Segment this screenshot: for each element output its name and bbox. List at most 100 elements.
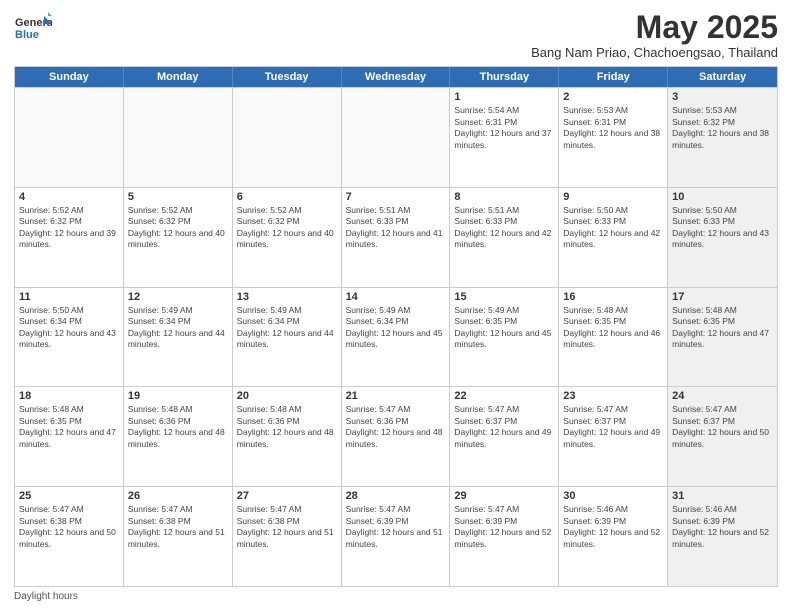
logo-bird-icon: General Blue [14, 10, 52, 48]
day-number-21: 21 [346, 390, 446, 402]
header-wednesday: Wednesday [342, 67, 451, 87]
day-info-8: Sunrise: 5:51 AMSunset: 6:33 PMDaylight:… [454, 205, 554, 251]
day-number-5: 5 [128, 191, 228, 203]
day-cell-17: 17 Sunrise: 5:48 AMSunset: 6:35 PMDayligh… [668, 288, 777, 387]
header-sunday: Sunday [15, 67, 124, 87]
calendar: SundayMondayTuesdayWednesdayThursdayFrid… [14, 66, 778, 587]
day-number-9: 9 [563, 191, 663, 203]
empty-cell-0-3 [342, 88, 451, 187]
daylight-label: Daylight hours [14, 591, 78, 602]
day-number-25: 25 [19, 490, 119, 502]
day-cell-27: 27Sunrise: 5:47 AMSunset: 6:38 PMDayligh… [233, 487, 342, 586]
day-info-21: Sunrise: 5:47 AMSunset: 6:36 PMDaylight:… [346, 404, 446, 450]
day-number-1: 1 [454, 91, 554, 103]
day-number-26: 26 [128, 490, 228, 502]
week-row-4: 18 Sunrise: 5:48 AMSunset: 6:35 PMDayligh… [15, 386, 777, 486]
header-right: May 2025 Bang Nam Priao, Chachoengsao, T… [531, 10, 778, 60]
day-cell-1: 1 Sunrise: 5:54 AMSunset: 6:31 PMDaylight… [450, 88, 559, 187]
day-info-1: Sunrise: 5:54 AMSunset: 6:31 PMDaylight:… [454, 105, 554, 151]
day-cell-21: 21 Sunrise: 5:47 AMSunset: 6:36 PMDayligh… [342, 387, 451, 486]
day-info-2: Sunrise: 5:53 AMSunset: 6:31 PMDaylight:… [563, 105, 663, 151]
week-row-2: 4 Sunrise: 5:52 AMSunset: 6:32 PMDaylight… [15, 187, 777, 287]
week-row-5: 25 Sunrise: 5:47 AMSunset: 6:38 PMDayligh… [15, 486, 777, 586]
empty-cell-0-1 [124, 88, 233, 187]
day-cell-6: 6Sunrise: 5:52 AMSunset: 6:32 PMDaylight… [233, 188, 342, 287]
day-number-29: 29 [454, 490, 554, 502]
day-number-10: 10 [672, 191, 773, 203]
day-number-27: 27 [237, 490, 337, 502]
day-number-14: 14 [346, 291, 446, 303]
header-monday: Monday [124, 67, 233, 87]
day-info-10: Sunrise: 5:50 AMSunset: 6:33 PMDaylight:… [672, 205, 773, 251]
day-info-12: Sunrise: 5:49 AMSunset: 6:34 PMDaylight:… [128, 305, 228, 351]
day-number-17: 17 [672, 291, 773, 303]
day-info-17: Sunrise: 5:48 AMSunset: 6:35 PMDaylight:… [672, 305, 773, 351]
day-info-16: Sunrise: 5:48 AMSunset: 6:35 PMDaylight:… [563, 305, 663, 351]
header-friday: Friday [559, 67, 668, 87]
day-cell-7: 7 Sunrise: 5:51 AMSunset: 6:33 PMDaylight… [342, 188, 451, 287]
day-info-22: Sunrise: 5:47 AMSunset: 6:37 PMDaylight:… [454, 404, 554, 450]
calendar-header: SundayMondayTuesdayWednesdayThursdayFrid… [15, 67, 777, 87]
day-info-30: Sunrise: 5:46 AMSunset: 6:39 PMDaylight:… [563, 504, 663, 550]
day-number-8: 8 [454, 191, 554, 203]
day-cell-3: 3Sunrise: 5:53 AMSunset: 6:32 PMDaylight… [668, 88, 777, 187]
day-number-18: 18 [19, 390, 119, 402]
day-info-13: Sunrise: 5:49 AMSunset: 6:34 PMDaylight:… [237, 305, 337, 351]
day-info-14: Sunrise: 5:49 AMSunset: 6:34 PMDaylight:… [346, 305, 446, 351]
day-cell-25: 25Sunrise: 5:47 AMSunset: 6:38 PMDayligh… [15, 487, 124, 586]
day-cell-29: 29 Sunrise: 5:47 AMSunset: 6:39 PMDayligh… [450, 487, 559, 586]
day-cell-13: 13Sunrise: 5:49 AMSunset: 6:34 PMDayligh… [233, 288, 342, 387]
day-info-19: Sunrise: 5:48 AMSunset: 6:36 PMDaylight:… [128, 404, 228, 450]
day-number-19: 19 [128, 390, 228, 402]
day-cell-4: 4 Sunrise: 5:52 AMSunset: 6:32 PMDaylight… [15, 188, 124, 287]
day-cell-31: 31 Sunrise: 5:46 AMSunset: 6:39 PMDayligh… [668, 487, 777, 586]
day-cell-24: 24 Sunrise: 5:47 AMSunset: 6:37 PMDayligh… [668, 387, 777, 486]
day-cell-11: 11Sunrise: 5:50 AMSunset: 6:34 PMDayligh… [15, 288, 124, 387]
day-number-22: 22 [454, 390, 554, 402]
day-info-7: Sunrise: 5:51 AMSunset: 6:33 PMDaylight:… [346, 205, 446, 251]
empty-cell-0-2 [233, 88, 342, 187]
day-cell-5: 5 Sunrise: 5:52 AMSunset: 6:32 PMDaylight… [124, 188, 233, 287]
day-info-29: Sunrise: 5:47 AMSunset: 6:39 PMDaylight:… [454, 504, 554, 550]
day-info-23: Sunrise: 5:47 AMSunset: 6:37 PMDaylight:… [563, 404, 663, 450]
day-number-16: 16 [563, 291, 663, 303]
day-cell-2: 2Sunrise: 5:53 AMSunset: 6:31 PMDaylight… [559, 88, 668, 187]
day-info-3: Sunrise: 5:53 AMSunset: 6:32 PMDaylight:… [672, 105, 773, 151]
day-info-24: Sunrise: 5:47 AMSunset: 6:37 PMDaylight:… [672, 404, 773, 450]
day-cell-12: 12 Sunrise: 5:49 AMSunset: 6:34 PMDayligh… [124, 288, 233, 387]
location: Bang Nam Priao, Chachoengsao, Thailand [531, 45, 778, 60]
day-info-26: Sunrise: 5:47 AMSunset: 6:38 PMDaylight:… [128, 504, 228, 550]
day-cell-8: 8 Sunrise: 5:51 AMSunset: 6:33 PMDaylight… [450, 188, 559, 287]
calendar-body: 1 Sunrise: 5:54 AMSunset: 6:31 PMDaylight… [15, 87, 777, 586]
day-cell-18: 18 Sunrise: 5:48 AMSunset: 6:35 PMDayligh… [15, 387, 124, 486]
week-row-3: 11Sunrise: 5:50 AMSunset: 6:34 PMDayligh… [15, 287, 777, 387]
day-number-30: 30 [563, 490, 663, 502]
day-info-28: Sunrise: 5:47 AMSunset: 6:39 PMDaylight:… [346, 504, 446, 550]
day-info-5: Sunrise: 5:52 AMSunset: 6:32 PMDaylight:… [128, 205, 228, 251]
header-thursday: Thursday [450, 67, 559, 87]
day-cell-23: 23Sunrise: 5:47 AMSunset: 6:37 PMDayligh… [559, 387, 668, 486]
day-cell-20: 20Sunrise: 5:48 AMSunset: 6:36 PMDayligh… [233, 387, 342, 486]
week-row-1: 1 Sunrise: 5:54 AMSunset: 6:31 PMDaylight… [15, 87, 777, 187]
header: General Blue May 2025 Bang Nam Priao, Ch… [14, 10, 778, 60]
day-number-11: 11 [19, 291, 119, 303]
month-title: May 2025 [531, 10, 778, 45]
svg-text:Blue: Blue [15, 29, 39, 41]
day-number-24: 24 [672, 390, 773, 402]
day-info-15: Sunrise: 5:49 AMSunset: 6:35 PMDaylight:… [454, 305, 554, 351]
day-info-18: Sunrise: 5:48 AMSunset: 6:35 PMDaylight:… [19, 404, 119, 450]
day-info-20: Sunrise: 5:48 AMSunset: 6:36 PMDaylight:… [237, 404, 337, 450]
header-tuesday: Tuesday [233, 67, 342, 87]
day-cell-19: 19 Sunrise: 5:48 AMSunset: 6:36 PMDayligh… [124, 387, 233, 486]
day-cell-14: 14 Sunrise: 5:49 AMSunset: 6:34 PMDayligh… [342, 288, 451, 387]
day-number-7: 7 [346, 191, 446, 203]
day-info-4: Sunrise: 5:52 AMSunset: 6:32 PMDaylight:… [19, 205, 119, 251]
logo: General Blue [14, 10, 52, 48]
day-number-12: 12 [128, 291, 228, 303]
day-number-31: 31 [672, 490, 773, 502]
day-info-31: Sunrise: 5:46 AMSunset: 6:39 PMDaylight:… [672, 504, 773, 550]
day-info-6: Sunrise: 5:52 AMSunset: 6:32 PMDaylight:… [237, 205, 337, 251]
day-cell-9: 9Sunrise: 5:50 AMSunset: 6:33 PMDaylight… [559, 188, 668, 287]
day-number-4: 4 [19, 191, 119, 203]
day-cell-28: 28Sunrise: 5:47 AMSunset: 6:39 PMDayligh… [342, 487, 451, 586]
